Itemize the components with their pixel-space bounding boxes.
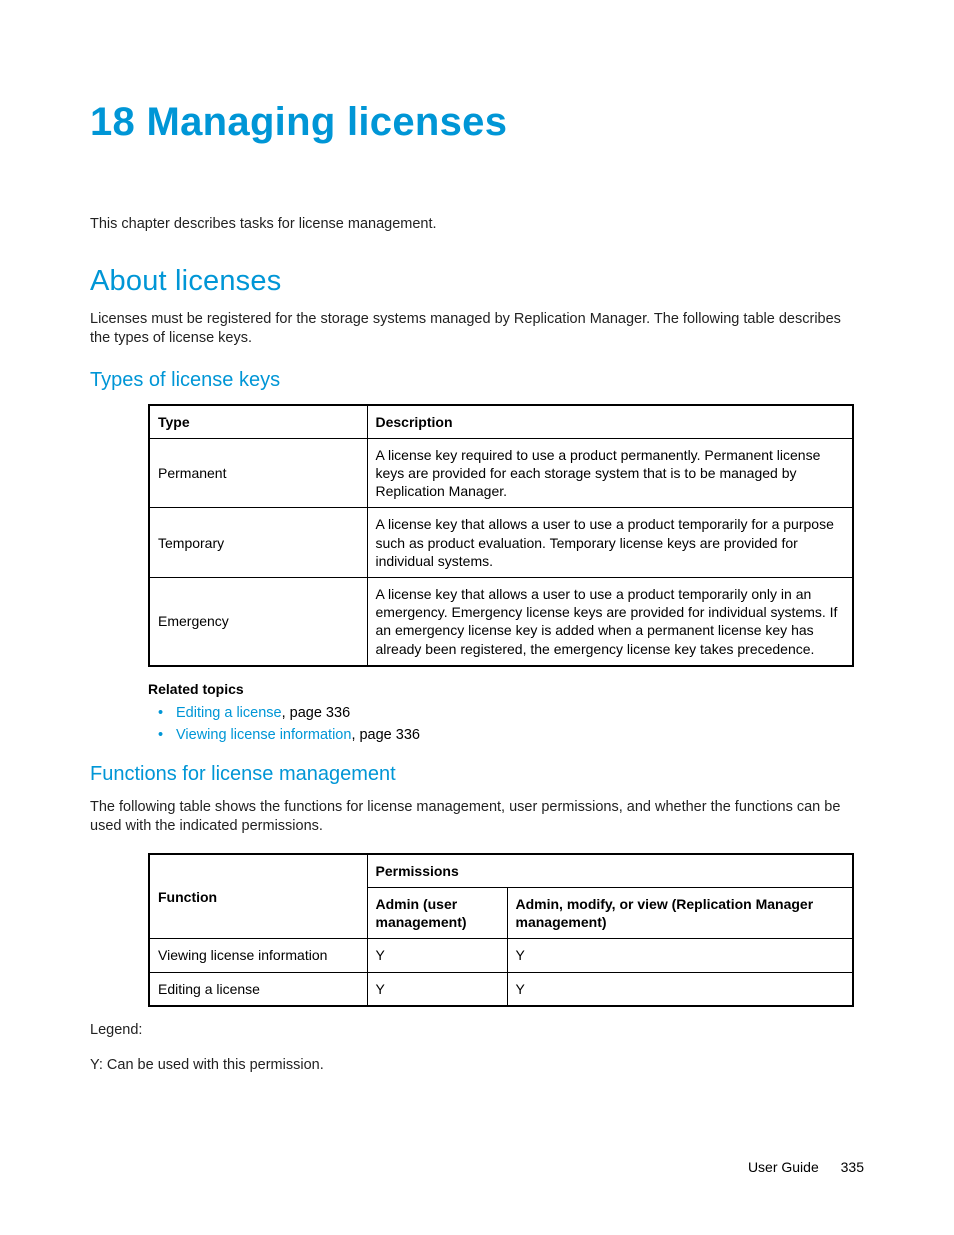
cell-function: Viewing license information <box>149 939 367 972</box>
link-suffix: , page 336 <box>282 705 351 721</box>
cell-admin-user: Y <box>367 972 507 1006</box>
legend-label: Legend: <box>90 1021 864 1041</box>
cell-type: Emergency <box>149 578 367 666</box>
th-admin-rep: Admin, modify, or view (Replication Mana… <box>507 888 853 939</box>
functions-table: Function Permissions Admin (user managem… <box>148 853 854 1007</box>
cell-desc: A license key required to use a product … <box>367 438 853 508</box>
subsection-functions-body: The following table shows the functions … <box>90 798 864 837</box>
license-types-table: Type Description Permanent A license key… <box>148 404 854 667</box>
legend-body: Y: Can be used with this permission. <box>90 1056 864 1076</box>
cell-desc: A license key that allows a user to use … <box>367 508 853 578</box>
related-topics-heading: Related topics <box>148 681 864 697</box>
cell-admin-rep: Y <box>507 972 853 1006</box>
th-permissions: Permissions <box>367 854 853 888</box>
table-header-row: Function Permissions <box>149 854 853 888</box>
footer-doc-title: User Guide <box>748 1159 819 1175</box>
table-row: Temporary A license key that allows a us… <box>149 508 853 578</box>
footer-page-number: 335 <box>841 1159 864 1175</box>
cell-type: Temporary <box>149 508 367 578</box>
cell-function: Editing a license <box>149 972 367 1006</box>
list-item: Viewing license information, page 336 <box>176 727 864 743</box>
page: 18 Managing licenses This chapter descri… <box>0 0 954 1235</box>
cell-admin-user: Y <box>367 939 507 972</box>
chapter-title: 18 Managing licenses <box>90 100 864 145</box>
section-about-body: Licenses must be registered for the stor… <box>90 310 864 349</box>
subsection-types-heading: Types of license keys <box>90 369 864 392</box>
th-description: Description <box>367 405 853 439</box>
intro-paragraph: This chapter describes tasks for license… <box>90 215 864 235</box>
table-row: Emergency A license key that allows a us… <box>149 578 853 666</box>
cell-type: Permanent <box>149 438 367 508</box>
table-row: Editing a license Y Y <box>149 972 853 1006</box>
th-type: Type <box>149 405 367 439</box>
cell-desc: A license key that allows a user to use … <box>367 578 853 666</box>
subsection-functions-heading: Functions for license management <box>90 763 864 786</box>
th-admin-user: Admin (user management) <box>367 888 507 939</box>
page-footer: User Guide 335 <box>748 1159 864 1175</box>
cell-admin-rep: Y <box>507 939 853 972</box>
link-editing-license[interactable]: Editing a license <box>176 705 282 721</box>
table-row: Permanent A license key required to use … <box>149 438 853 508</box>
list-item: Editing a license, page 336 <box>176 705 864 721</box>
table-header-row: Type Description <box>149 405 853 439</box>
link-viewing-license-info[interactable]: Viewing license information <box>176 727 351 743</box>
section-about-heading: About licenses <box>90 265 864 298</box>
table-row: Viewing license information Y Y <box>149 939 853 972</box>
th-function: Function <box>149 854 367 939</box>
link-suffix: , page 336 <box>351 727 420 743</box>
related-topics-list: Editing a license, page 336 Viewing lice… <box>148 705 864 743</box>
